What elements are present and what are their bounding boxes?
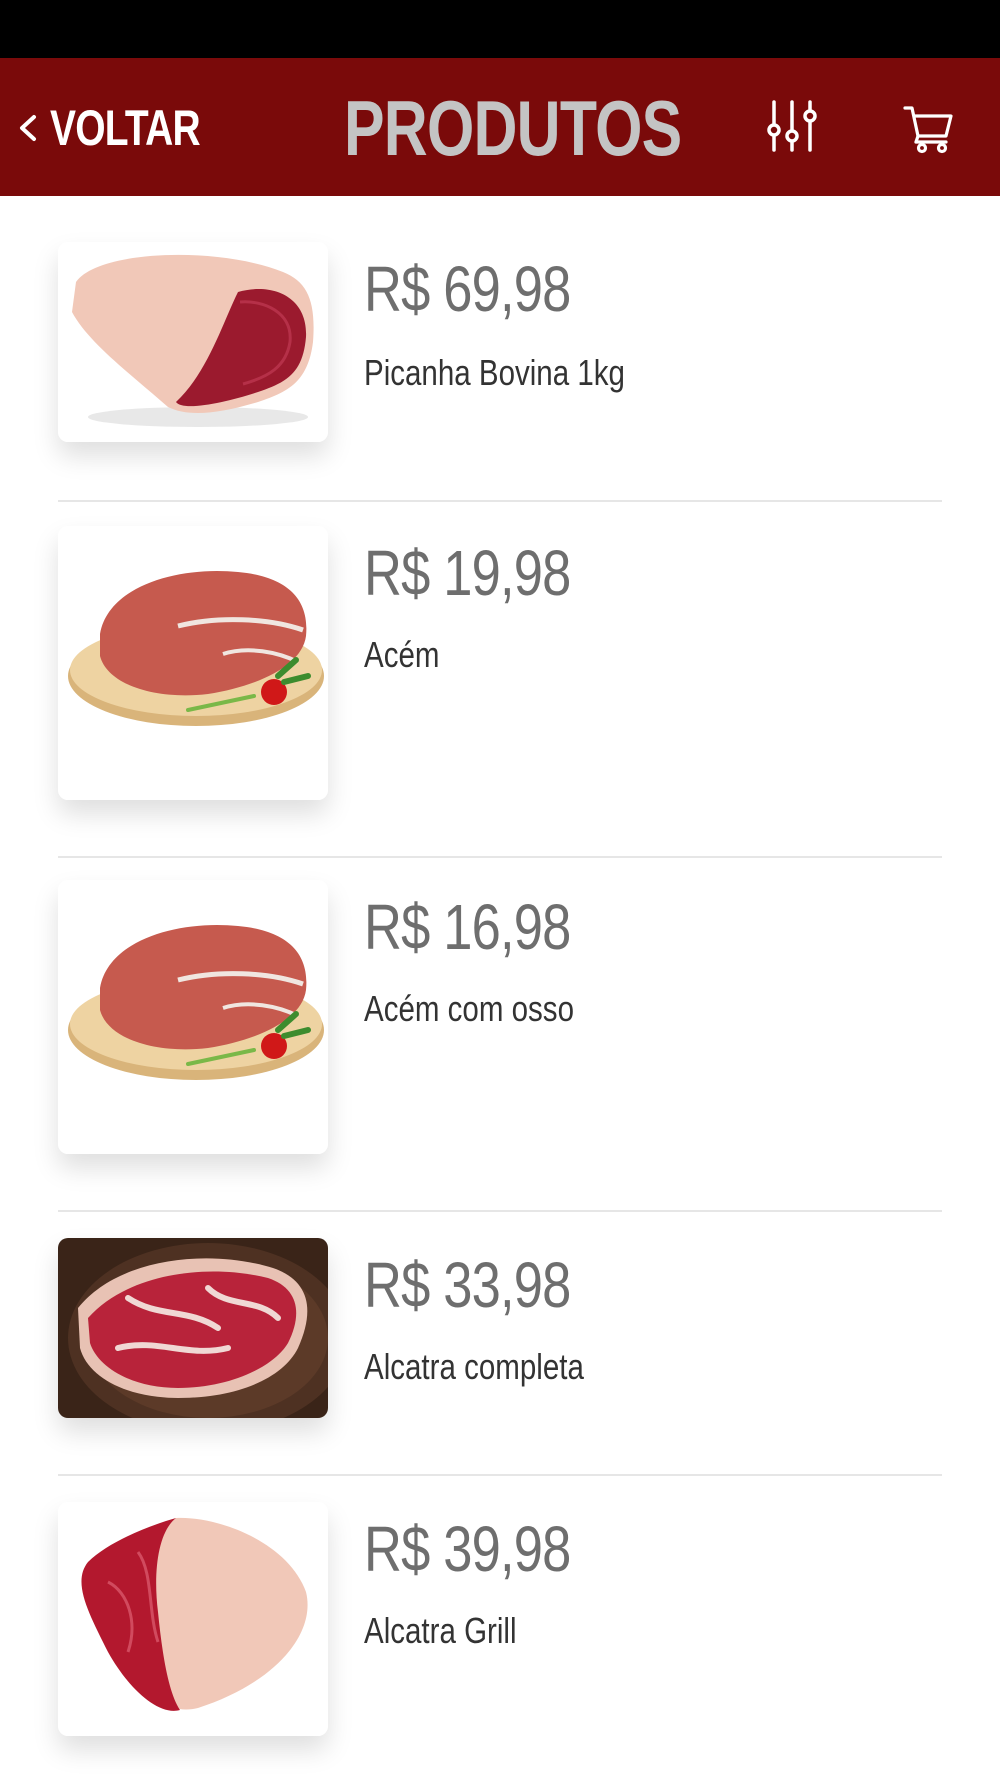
acem-image[interactable] (58, 526, 328, 800)
app-bar: VOLTAR PRODUTOS (0, 58, 1000, 196)
product-price: R$ 33,98 (364, 1249, 571, 1321)
divider (58, 1210, 942, 1212)
divider (58, 1474, 942, 1476)
cart-button[interactable] (902, 102, 954, 154)
product-price: R$ 19,98 (364, 537, 571, 609)
chevron-left-icon (20, 115, 36, 141)
divider (58, 856, 942, 858)
alcatra-completa-image[interactable] (58, 1238, 328, 1418)
product-price: R$ 39,98 (364, 1513, 571, 1585)
product-price: R$ 69,98 (364, 253, 571, 325)
back-label: VOLTAR (50, 100, 201, 156)
product-name: Acém (364, 634, 440, 675)
status-bar (0, 0, 1000, 58)
acem-com-osso-image[interactable] (58, 880, 328, 1154)
filter-button[interactable] (764, 96, 820, 156)
cart-icon (903, 106, 953, 154)
page-title: PRODUTOS (344, 84, 682, 172)
product-price: R$ 16,98 (364, 891, 571, 963)
product-name: Alcatra completa (364, 1346, 584, 1387)
alcatra-grill-image[interactable] (58, 1502, 328, 1736)
back-button[interactable]: VOLTAR (16, 96, 242, 160)
product-name: Alcatra Grill (364, 1610, 517, 1651)
divider (58, 500, 942, 502)
sliders-icon (767, 100, 817, 152)
picanha-image[interactable] (58, 242, 328, 442)
product-name: Acém com osso (364, 988, 574, 1029)
product-name: Picanha Bovina 1kg (364, 352, 625, 393)
